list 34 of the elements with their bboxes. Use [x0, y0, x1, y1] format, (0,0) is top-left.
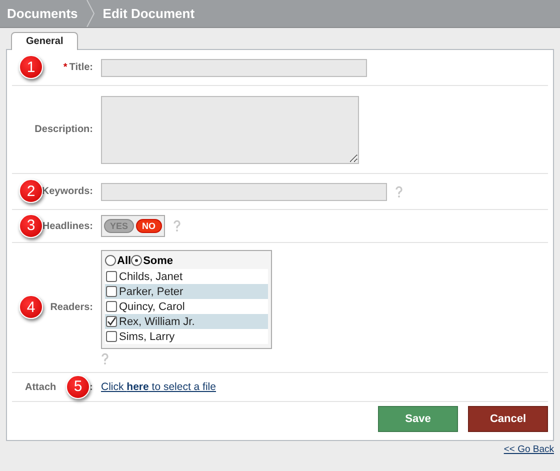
- step-number-badge: 2: [19, 179, 43, 203]
- reader-name[interactable]: Childs, Janet: [119, 270, 183, 282]
- select-file-link[interactable]: Click here to select a file: [101, 381, 216, 393]
- step-number-badge: 3: [19, 214, 43, 238]
- field-label: Title:: [69, 62, 93, 73]
- reader-name[interactable]: Quincy, Carol: [119, 300, 185, 312]
- breadcrumb-item: Edit Document: [102, 5, 196, 23]
- breadcrumb-separator: [86, 0, 96, 27]
- required-asterisk: *: [63, 62, 68, 73]
- field-label: Headlines:: [42, 220, 93, 232]
- step-number-badge: 1: [19, 55, 43, 79]
- field-label: Attach: [25, 382, 56, 392]
- label-colon: :: [90, 382, 93, 392]
- step-number-badge: 5: [66, 374, 90, 398]
- checkbox[interactable]: [106, 271, 117, 282]
- go-back-link[interactable]: << Go Back: [504, 444, 554, 455]
- checkbox[interactable]: [106, 301, 117, 312]
- radio-label[interactable]: All: [117, 254, 132, 266]
- checkbox[interactable]: [106, 286, 117, 297]
- radio-button[interactable]: [131, 255, 142, 266]
- field-label: Keywords:: [42, 186, 93, 197]
- checkbox[interactable]: [106, 331, 117, 342]
- save-button[interactable]: Save: [378, 406, 458, 432]
- tab[interactable]: General: [11, 32, 78, 50]
- reader-name[interactable]: Sims, Larry: [119, 330, 175, 342]
- checkbox[interactable]: [106, 316, 117, 327]
- text-field[interactable]: [101, 58, 367, 76]
- field-label: Readers:: [50, 302, 93, 313]
- field-label: Description:: [34, 124, 93, 135]
- radio-button[interactable]: [105, 255, 116, 266]
- step-number-badge: 4: [19, 295, 43, 319]
- cancel-button[interactable]: Cancel: [468, 406, 548, 432]
- text-field[interactable]: [101, 182, 387, 200]
- radio-label[interactable]: Some: [143, 254, 174, 266]
